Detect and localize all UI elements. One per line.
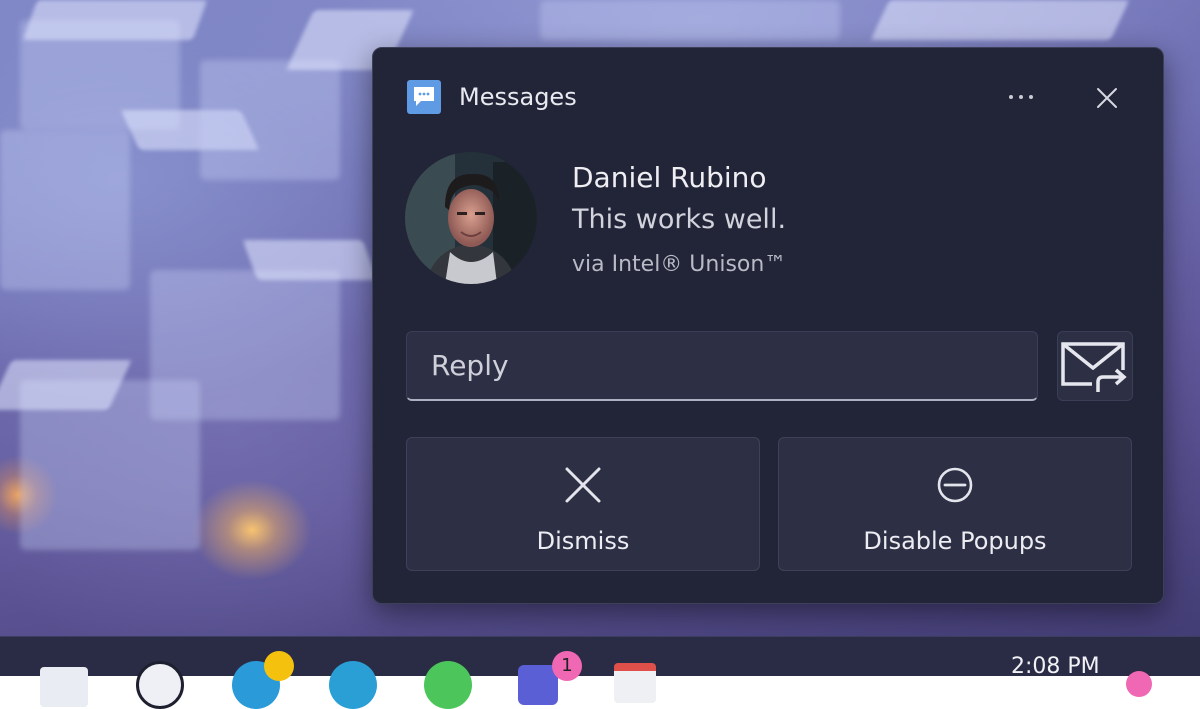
taskbar-app-calendar-icon[interactable] xyxy=(614,663,656,703)
wallpaper-roof xyxy=(242,240,378,280)
disable-popups-icon xyxy=(937,467,973,503)
taskbar: 1 2:08 PM xyxy=(0,636,1200,709)
wallpaper-house xyxy=(540,0,840,40)
taskbar-badge-count: 1 xyxy=(561,655,573,676)
close-icon xyxy=(1097,88,1117,108)
notification-toast: Messages Daniel Rubino This works well. … xyxy=(372,47,1164,604)
dismiss-icon xyxy=(565,467,601,503)
taskbar-app-settings-icon[interactable] xyxy=(136,661,184,709)
reply-input[interactable] xyxy=(406,331,1038,401)
taskbar-app-whatsapp-icon[interactable] xyxy=(424,661,472,709)
more-options-button[interactable] xyxy=(995,78,1047,116)
sender-avatar xyxy=(405,152,537,284)
wallpaper-house xyxy=(0,130,130,290)
attribution-text: via Intel® Unison™ xyxy=(572,252,787,277)
wallpaper-house xyxy=(200,60,340,180)
dismiss-label: Dismiss xyxy=(536,527,630,555)
notification-dot xyxy=(264,651,294,681)
close-button[interactable] xyxy=(1085,78,1129,118)
disable-popups-label: Disable Popups xyxy=(863,527,1047,555)
more-options-icon xyxy=(1009,95,1013,99)
app-name: Messages xyxy=(459,83,577,111)
send-reply-icon xyxy=(1061,342,1128,396)
wallpaper-roof xyxy=(22,0,208,40)
disable-popups-button[interactable]: Disable Popups xyxy=(778,437,1132,571)
messages-icon xyxy=(407,80,441,114)
wallpaper-roof xyxy=(870,0,1130,40)
sender-name: Daniel Rubino xyxy=(572,161,767,194)
send-reply-button[interactable] xyxy=(1057,331,1133,401)
dismiss-button[interactable]: Dismiss xyxy=(406,437,760,571)
taskbar-app-calculator-icon[interactable] xyxy=(40,667,88,707)
clock-time[interactable]: 2:08 PM xyxy=(1011,653,1100,681)
message-text: This works well. xyxy=(572,204,787,235)
taskbar-app-telegram-icon[interactable] xyxy=(329,661,377,709)
